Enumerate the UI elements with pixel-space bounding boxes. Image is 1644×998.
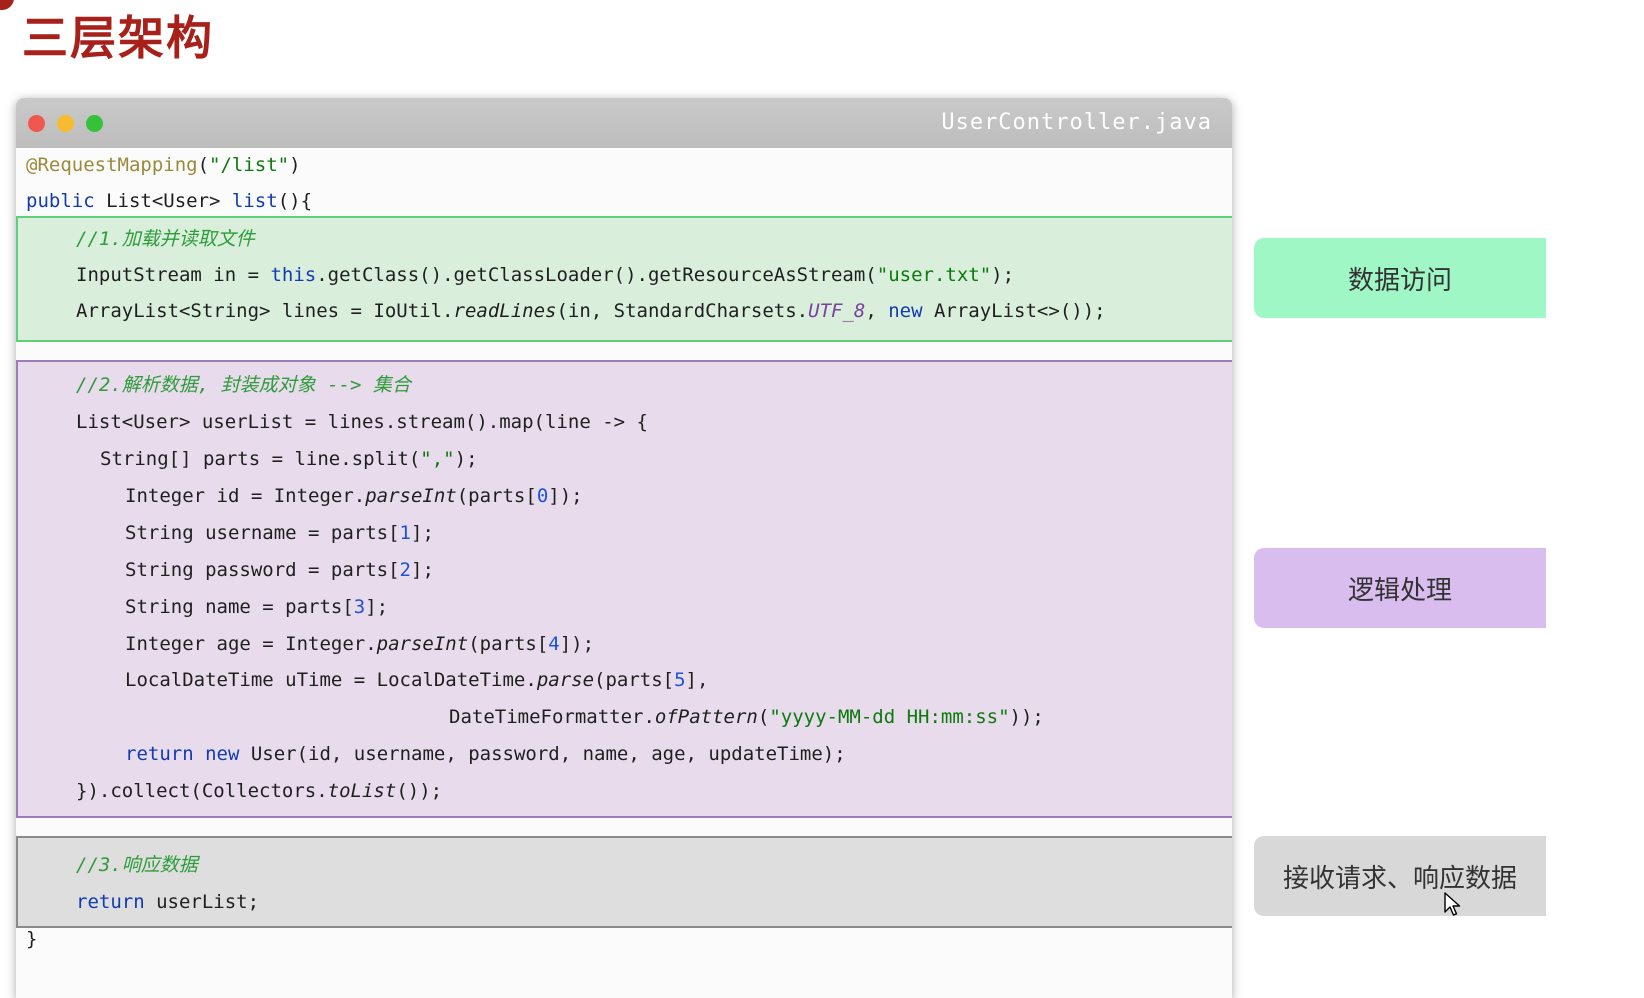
- code-line: return new User(id, username, password, …: [125, 743, 846, 765]
- corner-decoration: [0, 0, 14, 10]
- code-line: ArrayList<String> lines = IoUtil.readLin…: [76, 300, 1106, 322]
- code-line-closing-brace: }: [26, 928, 38, 950]
- code-line-method-signature: public List<User> list(){: [26, 190, 313, 212]
- code-line: String name = parts[3];: [125, 596, 389, 618]
- code-line: return userList;: [76, 891, 260, 913]
- logic-processing-button[interactable]: 逻辑处理: [1254, 548, 1546, 628]
- data-access-button[interactable]: 数据访问: [1254, 238, 1546, 318]
- code-line: String[] parts = line.split(",");: [100, 448, 478, 470]
- response-code-block: //3.响应数据 return userList;: [16, 836, 1232, 928]
- code-line: InputStream in = this.getClass().getClas…: [76, 264, 1015, 286]
- close-window-button[interactable]: [28, 115, 45, 132]
- data-access-code-block: //1.加载并读取文件 InputStream in = this.getCla…: [16, 216, 1232, 342]
- code-line: LocalDateTime uTime = LocalDateTime.pars…: [125, 669, 709, 691]
- logic-processing-label: 逻辑处理: [1347, 575, 1452, 606]
- data-access-label: 数据访问: [1347, 265, 1452, 296]
- code-line: Integer age = Integer.parseInt(parts[4])…: [125, 633, 595, 655]
- code-line: DateTimeFormatter.ofPattern("yyyy-MM-dd …: [449, 706, 1044, 728]
- window-titlebar: UserController.java: [16, 98, 1232, 148]
- code-line: Integer id = Integer.parseInt(parts[0]);: [125, 485, 583, 507]
- code-comment: //3.响应数据: [76, 854, 198, 876]
- code-window: UserController.java @RequestMapping("/li…: [16, 98, 1232, 998]
- minimize-window-button[interactable]: [57, 115, 74, 132]
- code-line: List<User> userList = lines.stream().map…: [76, 411, 648, 433]
- mouse-cursor-icon: [1444, 892, 1461, 916]
- logic-code-block: //2.解析数据, 封装成对象 --> 集合 List<User> userLi…: [16, 360, 1232, 818]
- maximize-window-button[interactable]: [86, 115, 103, 132]
- code-line: String password = parts[2];: [125, 559, 434, 581]
- code-comment: //2.解析数据, 封装成对象 --> 集合: [76, 374, 411, 396]
- response-label: 接收请求、响应数据: [1282, 863, 1517, 894]
- page-title: 三层架构: [22, 11, 214, 65]
- code-line: String username = parts[1];: [125, 522, 434, 544]
- code-comment: //1.加载并读取文件: [76, 228, 255, 250]
- response-button[interactable]: 接收请求、响应数据: [1254, 836, 1546, 916]
- code-line: }).collect(Collectors.toList());: [76, 780, 443, 802]
- code-line-annotation: @RequestMapping("/list"): [26, 154, 301, 176]
- file-name: UserController.java: [941, 110, 1212, 135]
